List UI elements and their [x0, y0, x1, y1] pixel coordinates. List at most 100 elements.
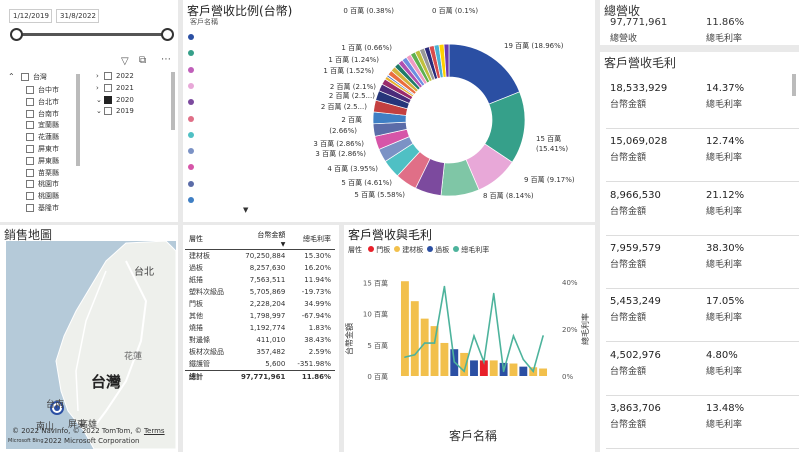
year-label: 2022 [116, 72, 134, 80]
bar [470, 360, 478, 376]
expand-chevron-icon[interactable]: ⌄ [96, 96, 104, 104]
pie-data-label: 8 百萬 (8.14%) [483, 191, 534, 200]
y-axis-title: 台幣金額 [344, 323, 354, 355]
region-item[interactable]: 屏東市 [26, 144, 59, 154]
year-checkbox[interactable] [104, 95, 112, 104]
region-item[interactable]: 基隆市 [26, 203, 59, 213]
region-item[interactable]: 台中市 [26, 85, 59, 95]
table-row[interactable]: 紙捲 7,563,511 11.94% [185, 274, 335, 286]
expand-chevron-icon[interactable]: ⌄ [96, 107, 104, 115]
date-end-input[interactable]: 31/8/2022 [56, 9, 99, 23]
margin-point [433, 342, 436, 344]
pie-data-label: 0 百萬 (0.1%) [432, 6, 478, 15]
region-item[interactable]: 宜蘭縣 [26, 120, 59, 130]
pie-data-label: 2 百萬 (2.1%) [330, 82, 376, 91]
region-item[interactable]: 桃園縣 [26, 191, 59, 201]
kpi-total-label: 總營收 [610, 34, 638, 44]
table-row[interactable]: 對邊條 411,010 38.43% [185, 334, 335, 346]
customer-card[interactable]: 15,069,028 台幣金額 12.74% 總毛利率 [606, 131, 799, 183]
customer-card[interactable]: 8,966,530 台幣金額 21.12% 總毛利率 [606, 185, 799, 236]
card-margin: 21.12% [706, 189, 745, 201]
card-margin-label: 總毛利率 [706, 419, 743, 430]
card-amount: 15,069,028 [610, 136, 668, 148]
row-amount: 70,250,884 [245, 252, 286, 260]
table-row[interactable]: 門板 2,228,204 34.99% [185, 298, 335, 310]
more-options-icon[interactable]: ⋯ [161, 54, 171, 65]
table-row[interactable]: 鐵護管 5,600 -351.98% [185, 358, 335, 371]
card-amount: 7,959,579 [610, 242, 661, 254]
region-checkbox[interactable] [26, 86, 34, 94]
region-checkbox[interactable] [26, 133, 34, 142]
region-checkbox[interactable] [26, 145, 34, 153]
region-item[interactable]: 花蓮縣 [26, 132, 59, 142]
table-row[interactable]: 其他 1,798,997 -67.94% [185, 310, 335, 322]
region-checkbox[interactable] [26, 180, 34, 189]
customer-card[interactable]: 5,453,249 台幣金額 17.05% 總毛利率 [606, 291, 799, 343]
region-checkbox[interactable] [26, 204, 34, 212]
margin-point [463, 370, 465, 373]
region-item[interactable]: 屏東縣 [26, 156, 59, 166]
pie-chart[interactable]: 0 百萬 (0.38%) 0 百萬 (0.1%) 1 百萬 (0.66%) 1 百萬 … [183, 0, 595, 222]
region-checkbox[interactable] [26, 109, 34, 118]
table-row[interactable]: 過板 8,257,630 16.20% [185, 262, 335, 274]
card-margin: 13.48% [706, 402, 745, 414]
y2-tick-label: 0% [562, 373, 573, 381]
date-start-input[interactable]: 1/12/2019 [9, 9, 52, 23]
focus-mode-icon[interactable]: ⧉ [139, 55, 146, 66]
combo-chart[interactable]: 15 百萬 10 百萬 5 百萬 0 百萬 40% 20% 0% 台幣金額 總毛利率 [344, 225, 595, 452]
table-row[interactable]: 塑料次級品 5,705,869 -19.73% [185, 286, 335, 298]
region-scrollbar[interactable] [76, 74, 80, 166]
date-range-end-handle[interactable] [161, 28, 174, 41]
region-root-checkbox[interactable] [20, 73, 29, 81]
date-range-track[interactable] [15, 33, 165, 36]
card-amount-label: 台幣金額 [610, 419, 647, 430]
expand-chevron-icon[interactable]: › [96, 84, 104, 92]
year-item[interactable]: › 2021 [96, 83, 134, 92]
expand-chevron-icon[interactable]: › [96, 72, 104, 80]
region-checkbox[interactable] [26, 192, 34, 201]
table-row[interactable]: 板材次級品 357,482 2.59% [185, 346, 335, 358]
year-scrollbar[interactable] [171, 72, 175, 130]
card-amount: 4,502,976 [610, 349, 661, 361]
region-item[interactable]: 台北市 [26, 97, 59, 107]
region-checkbox[interactable] [26, 121, 34, 130]
table-row[interactable]: 燒捲 1,192,774 1.83% [185, 322, 335, 334]
region-item[interactable]: 台南市 [26, 109, 59, 119]
collapse-chevron-icon[interactable]: ⌃ [8, 72, 15, 81]
customer-card[interactable]: 4,502,976 台幣金額 4.80% 總毛利率 [606, 345, 799, 396]
map-label-hualien: 花蓮 [124, 352, 143, 362]
row-margin: -351.98% [297, 360, 331, 368]
region-checkbox[interactable] [26, 156, 34, 165]
col-header-amount[interactable]: 台幣金額 ▼ [232, 229, 289, 250]
customer-card[interactable]: 7,959,579 台幣金額 38.30% 總毛利率 [606, 238, 799, 289]
date-range-start-handle[interactable] [10, 28, 23, 41]
pie-slice[interactable] [448, 43, 521, 105]
card-margin: 14.37% [706, 83, 745, 94]
col-header-margin[interactable]: 總毛利率 [289, 229, 335, 250]
bar [440, 342, 449, 376]
region-item[interactable]: 桃園市 [26, 179, 59, 189]
map-terms-link[interactable]: Terms [144, 427, 165, 435]
year-item[interactable]: ⌄ 2019 [96, 107, 134, 116]
map-canvas[interactable]: 台北 台灣 花蓮 台南 屏東 南山 高雄 © 2022 NavInfo, © 2… [6, 241, 176, 449]
year-item[interactable]: ⌄ 2020 [96, 95, 134, 104]
pie-data-label: (15.41%) [536, 145, 568, 153]
customer-card[interactable]: 18,533,929 台幣金額 14.37% 總毛利率 [606, 78, 799, 129]
card-margin: 4.80% [706, 349, 738, 361]
region-item[interactable]: 苗栗縣 [26, 168, 59, 178]
margin-point [502, 370, 505, 373]
year-item[interactable]: › 2022 [96, 72, 134, 80]
filter-icon[interactable]: ▽ [121, 56, 129, 67]
region-checkbox[interactable] [26, 168, 34, 177]
y-tick-label: 0 百萬 [367, 372, 388, 381]
year-checkbox[interactable] [104, 72, 112, 80]
region-root[interactable]: ⌃ 台灣 [8, 72, 47, 82]
year-checkbox[interactable] [104, 83, 112, 92]
year-checkbox[interactable] [104, 107, 112, 116]
customer-card[interactable]: 3,863,706 台幣金額 13.48% 總毛利率 [606, 398, 799, 449]
table-row[interactable]: 建材板 70,250,884 15.30% [185, 250, 335, 263]
region-label: 台北市 [38, 97, 59, 106]
region-checkbox[interactable] [26, 97, 34, 106]
col-header-category[interactable]: 層性 [185, 229, 232, 250]
region-root-label: 台灣 [32, 73, 47, 81]
